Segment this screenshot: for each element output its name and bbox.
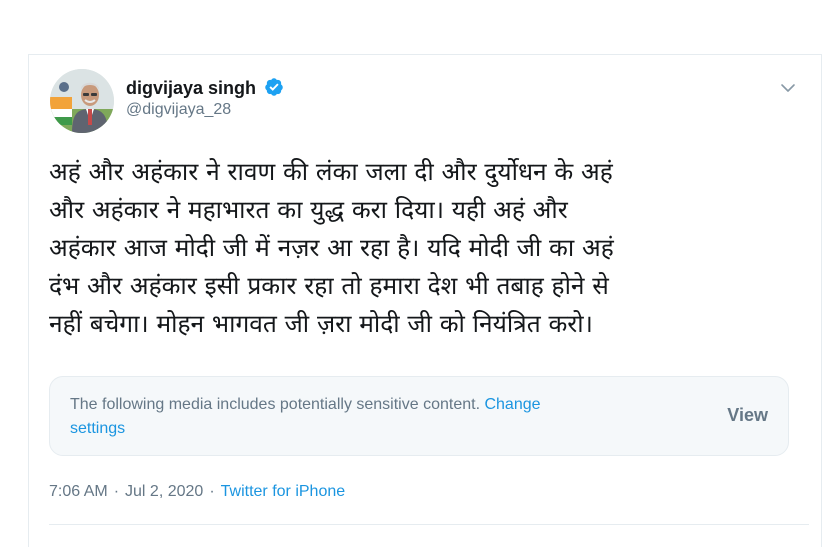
change-settings-link[interactable]: Change	[484, 396, 540, 413]
avatar-image	[50, 69, 114, 133]
tweet-text-line: दंभ और अहंकार इसी प्रकार रहा तो हमारा दे…	[49, 271, 609, 300]
chevron-down-icon[interactable]	[779, 79, 797, 97]
change-settings-link-continued[interactable]: settings	[70, 420, 125, 437]
sensitive-message-text: The following media includes potentially…	[70, 396, 481, 413]
verified-badge-icon	[264, 77, 284, 97]
sensitive-media-notice: The following media includes potentially…	[49, 376, 789, 456]
tweet-text: अहं और अहंकार ने रावण की लंका जला दी और …	[49, 153, 799, 343]
tweet-text-line: और अहंकार ने महाभारत का युद्ध करा दिया। …	[49, 195, 568, 224]
author-handle[interactable]: @digvijaya_28	[126, 100, 284, 120]
tweet-header: digvijaya singh @digvijaya_28	[49, 69, 799, 139]
display-name[interactable]: digvijaya singh	[126, 77, 256, 99]
tweet-source-link[interactable]: Twitter for iPhone	[221, 483, 346, 500]
author-block[interactable]: digvijaya singh @digvijaya_28	[126, 77, 284, 120]
tweet-meta: 7:06 AM · Jul 2, 2020 · Twitter for iPhone	[49, 482, 345, 502]
tweet-text-line: नहीं बचेगा। मोहन भागवत जी ज़रा मोदी जी क…	[49, 309, 593, 338]
meta-separator: ·	[209, 483, 215, 500]
tweet-text-line: अहं और अहंकार ने रावण की लंका जला दी और …	[49, 157, 613, 186]
view-media-button[interactable]: View	[727, 405, 768, 426]
avatar[interactable]	[50, 69, 114, 133]
meta-separator: ·	[113, 483, 120, 500]
divider	[49, 524, 809, 525]
tweet-card: digvijaya singh @digvijaya_28 अहं और अहं…	[28, 54, 822, 547]
tweet-time[interactable]: 7:06 AM	[49, 483, 108, 500]
tweet-text-line: अहंकार आज मोदी जी में नज़र आ रहा है। यदि…	[49, 233, 614, 262]
tweet-date[interactable]: Jul 2, 2020	[125, 483, 203, 500]
sensitive-media-message: The following media includes potentially…	[70, 393, 650, 441]
